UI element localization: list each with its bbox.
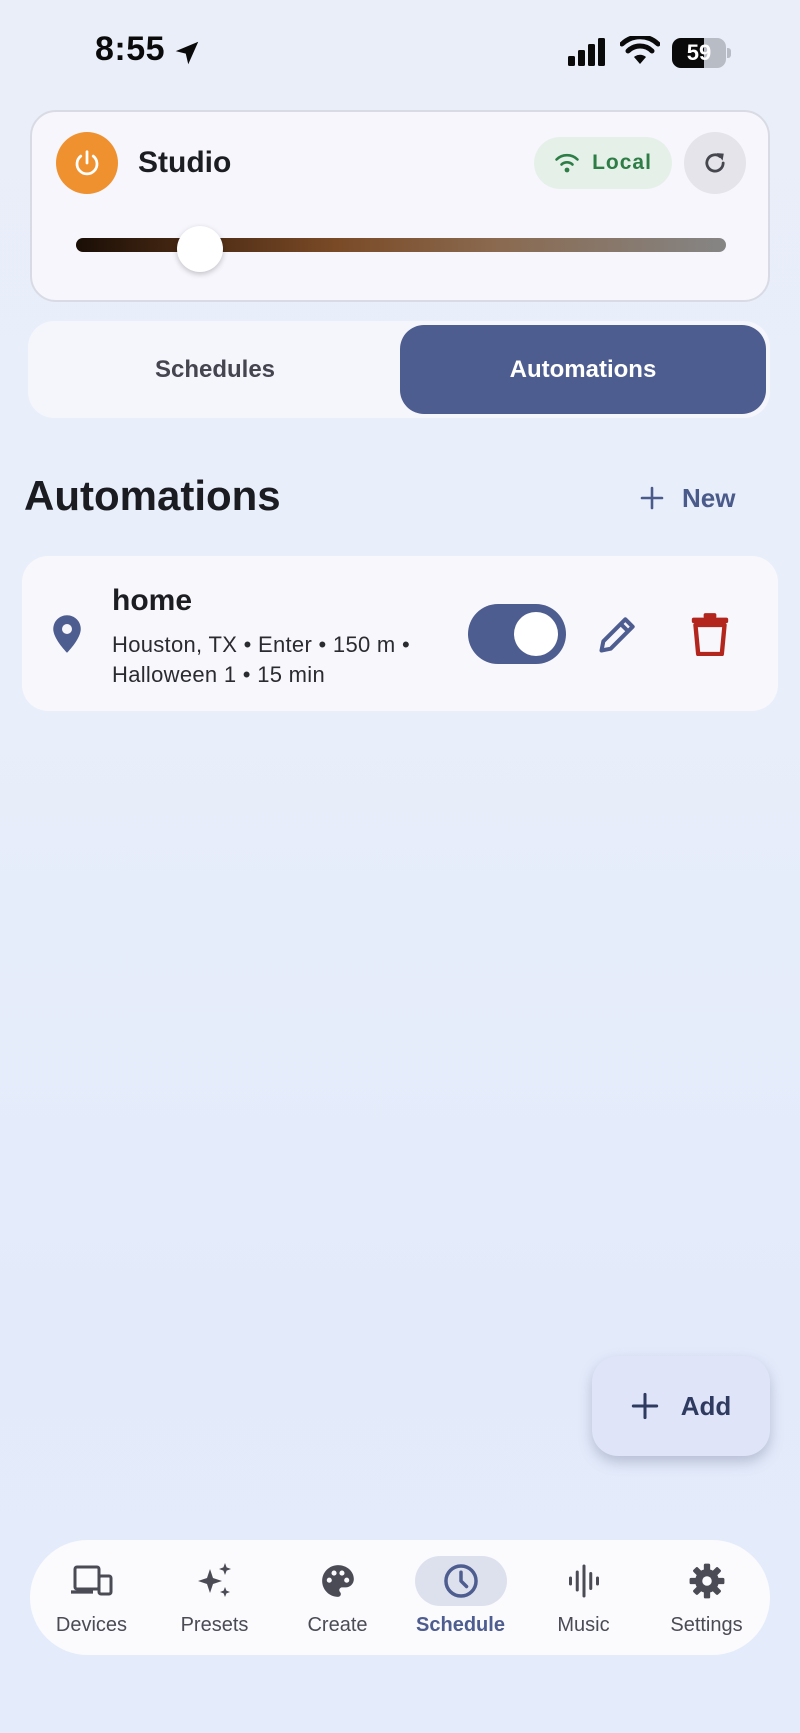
devices-icon (70, 1565, 112, 1596)
nav-presets[interactable]: Presets (153, 1540, 276, 1655)
delete-icon[interactable] (690, 612, 730, 656)
wifi-icon (555, 153, 579, 173)
brightness-slider-thumb[interactable] (176, 226, 223, 272)
nav-music[interactable]: Music (522, 1540, 645, 1655)
automation-title: home (112, 584, 193, 617)
status-bar: 8:55 59 (0, 0, 800, 110)
nav-devices[interactable]: Devices (30, 1540, 153, 1655)
new-automation-button[interactable]: New (640, 474, 735, 522)
location-pin-icon (53, 615, 81, 653)
power-icon (75, 150, 99, 176)
nav-schedule[interactable]: Schedule (399, 1540, 522, 1655)
add-label: Add (680, 1390, 732, 1421)
wifi-icon (620, 36, 660, 64)
automation-detail-line2: Halloween 1 • 15 min (112, 662, 326, 687)
brightness-slider[interactable] (76, 238, 726, 252)
device-card: Studio Local (30, 110, 770, 302)
gear-icon (689, 1563, 724, 1599)
cellular-signal-icon (568, 38, 605, 66)
new-label: New (682, 482, 736, 513)
tab-automations[interactable]: Automations (400, 325, 766, 414)
bottom-nav: Devices Presets Create Schedule Music Se… (30, 1540, 770, 1655)
nav-presets-label: Presets (180, 1614, 249, 1636)
location-arrow-icon (175, 41, 199, 65)
nav-music-label: Music (557, 1614, 610, 1636)
connection-label: Local (592, 151, 652, 174)
sparkle-icon (197, 1563, 231, 1597)
edit-icon[interactable] (596, 612, 640, 656)
nav-settings[interactable]: Settings (645, 1540, 768, 1655)
nav-create-label: Create (307, 1614, 368, 1636)
device-name: Studio (138, 146, 232, 179)
segmented-tabs: Schedules Automations (28, 321, 770, 418)
automation-detail-line1: Houston, TX • Enter • 150 m • (112, 632, 410, 657)
section-title: Automations (24, 472, 281, 519)
automation-detail: Houston, TX • Enter • 150 m • Halloween … (112, 630, 452, 690)
power-button[interactable] (56, 132, 118, 194)
automation-item[interactable]: home Houston, TX • Enter • 150 m • Hallo… (22, 556, 778, 711)
clock-icon (443, 1564, 478, 1598)
waveform-icon (568, 1564, 599, 1598)
tab-schedules[interactable]: Schedules (32, 325, 398, 414)
connection-badge[interactable]: Local (534, 137, 672, 189)
nav-devices-label: Devices (55, 1614, 128, 1636)
nav-settings-label: Settings (670, 1614, 743, 1636)
automation-enable-toggle[interactable] (468, 604, 566, 664)
add-fab-button[interactable]: Add (592, 1356, 770, 1456)
status-time: 8:55 (95, 30, 166, 68)
toggle-knob (514, 612, 558, 656)
battery-percent: 59 (686, 40, 712, 65)
nav-create[interactable]: Create (276, 1540, 399, 1655)
plus-icon (640, 486, 664, 510)
plus-icon (631, 1392, 658, 1420)
battery-icon: 59 (672, 38, 731, 68)
nav-schedule-label: Schedule (416, 1614, 505, 1636)
refresh-button[interactable] (684, 132, 746, 194)
refresh-icon (705, 153, 725, 173)
palette-icon (321, 1565, 354, 1597)
